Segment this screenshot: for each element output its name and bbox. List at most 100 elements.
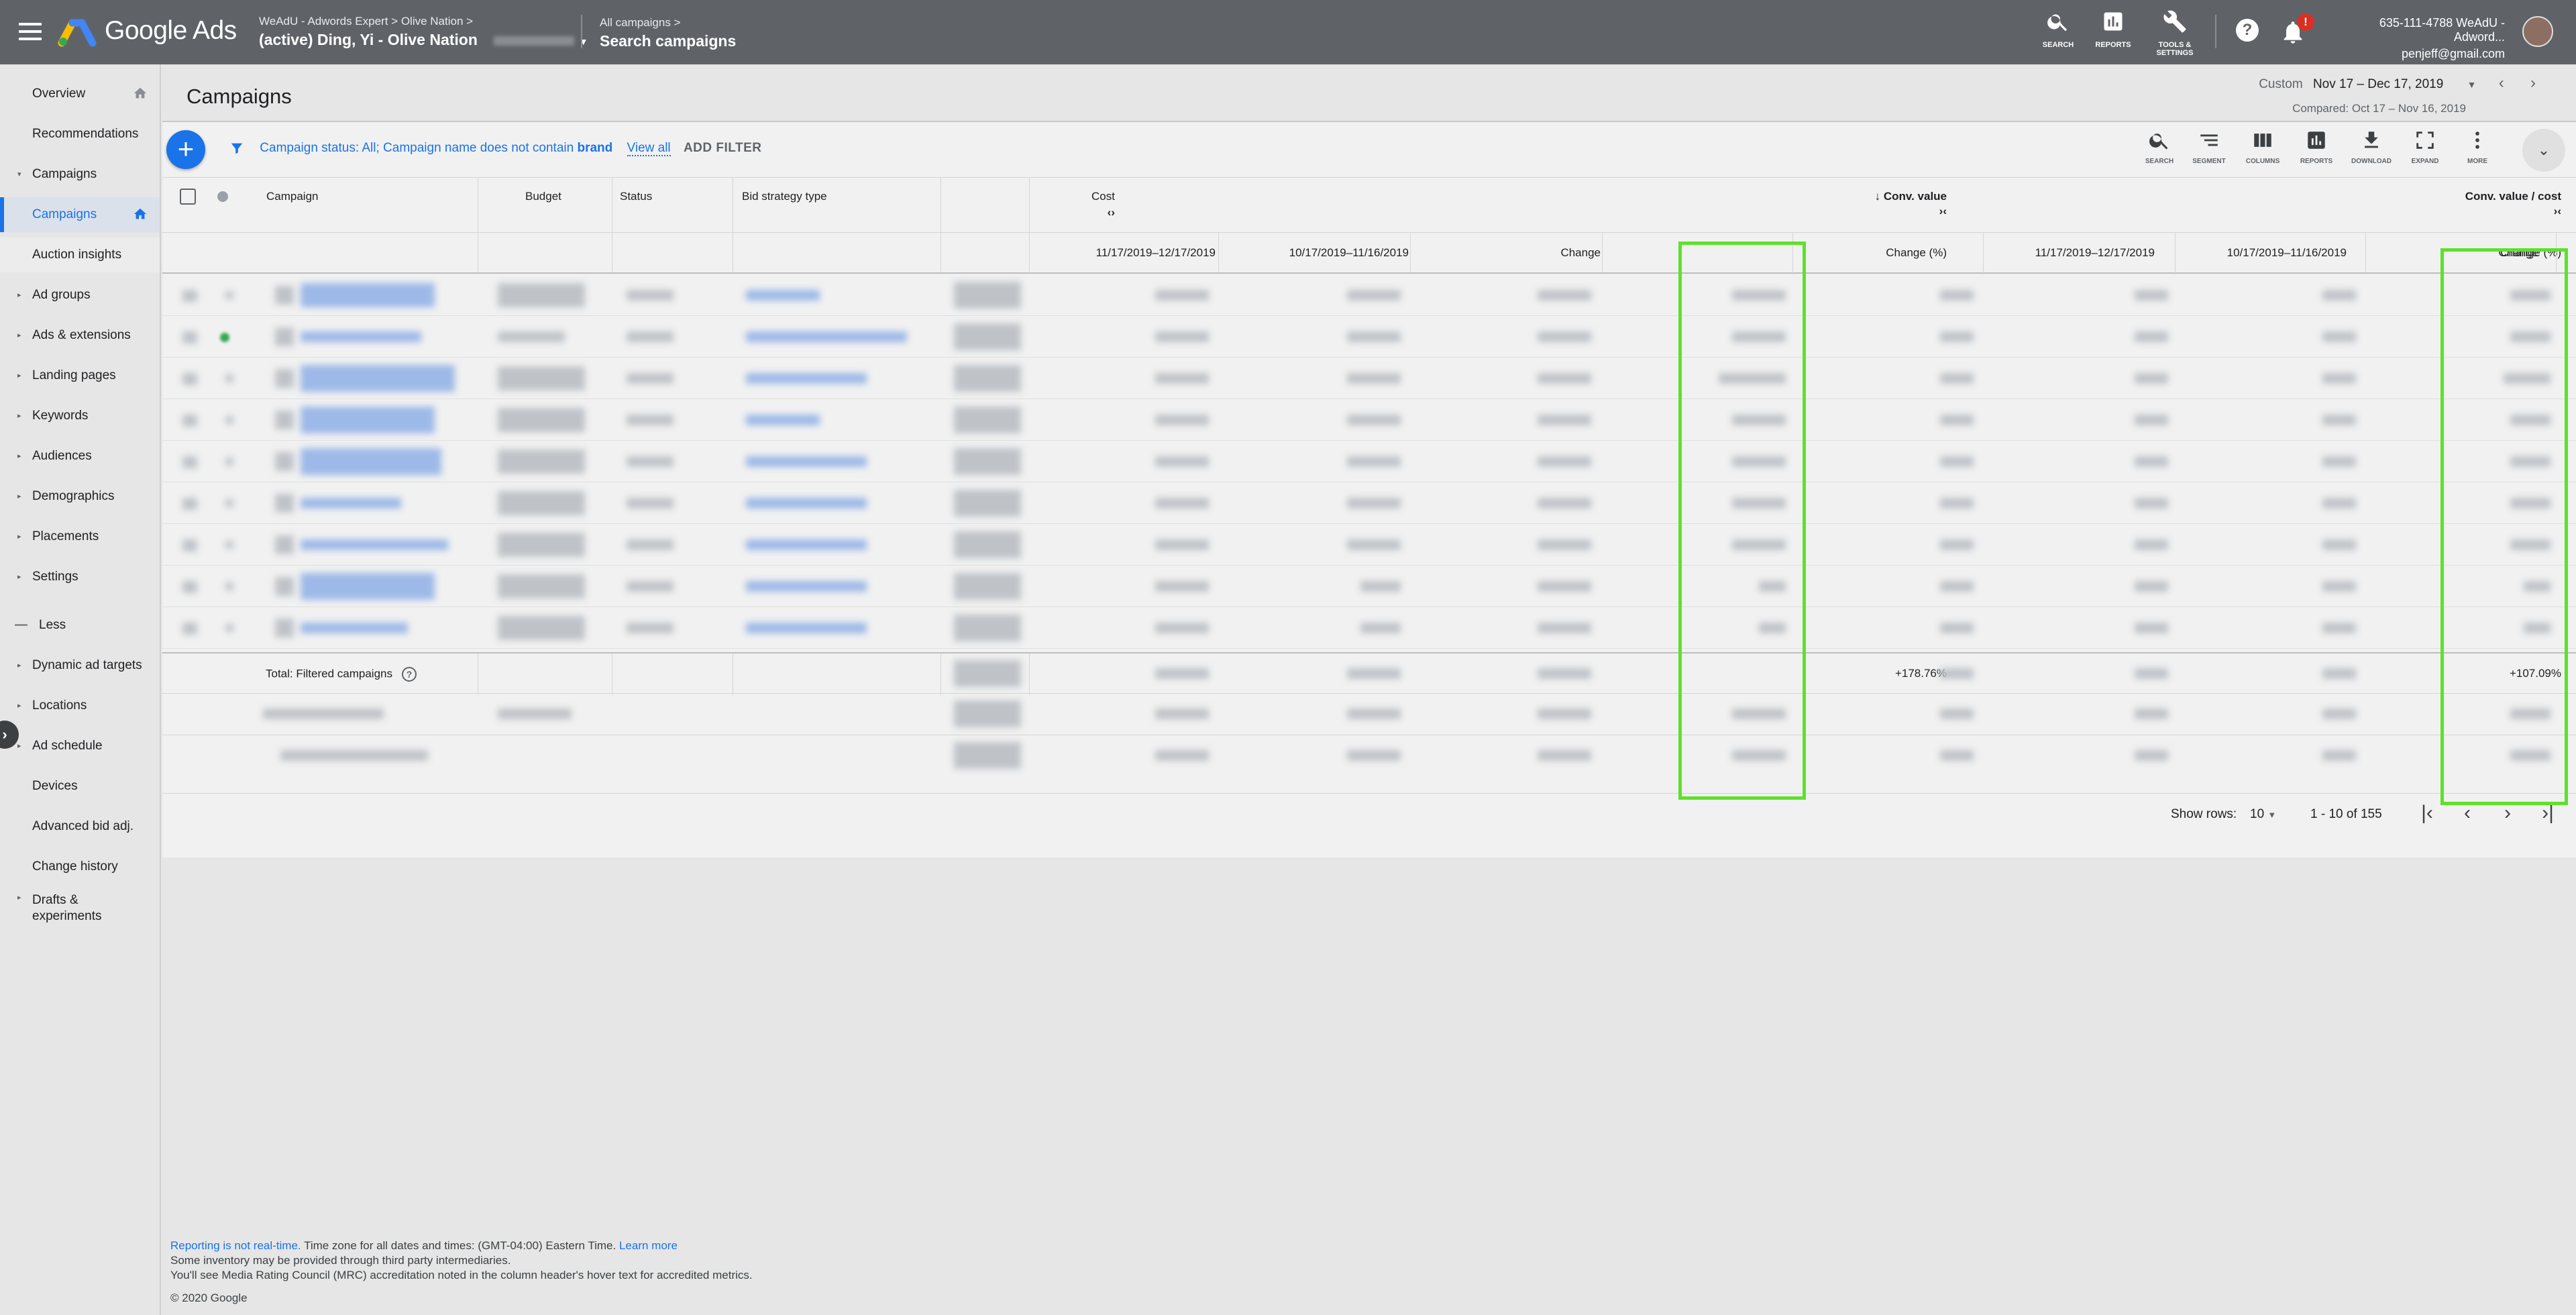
sidebar-item-drafts-experiments[interactable]: ▸ Drafts & experiments — [0, 890, 160, 927]
sidebar-item-advanced-bid-adj[interactable]: Advanced bid adj. — [0, 809, 160, 844]
campaign-name-blurred[interactable] — [301, 623, 408, 633]
campaign-name-blurred[interactable] — [301, 539, 448, 550]
sidebar-item-ads-extensions[interactable]: ▸ Ads & extensions — [0, 318, 160, 353]
dropdown-arrow-icon[interactable]: ▼ — [2467, 79, 2477, 90]
table-row[interactable] — [162, 525, 2576, 566]
header-conv-value-cost[interactable]: Conv. value / cost — [2376, 190, 2561, 203]
table-row[interactable] — [162, 566, 2576, 607]
filter-bar[interactable]: Campaign status: All; Campaign name does… — [229, 141, 762, 157]
expand-columns-icon[interactable]: ‹› — [1088, 206, 1115, 219]
filter-icon[interactable] — [229, 141, 244, 156]
toolbar-reports-button[interactable]: REPORTS — [2292, 129, 2341, 165]
collapse-columns-icon[interactable]: ›‹ — [1920, 205, 1947, 218]
bid-strategy-blurred[interactable] — [746, 331, 907, 342]
add-filter-button[interactable]: ADD FILTER — [684, 141, 762, 155]
topbar-search-button[interactable]: SEARCH — [2031, 9, 2085, 49]
add-campaign-button[interactable]: + — [166, 130, 205, 169]
header-conv-value[interactable]: ↓ Conv. value — [1678, 190, 1947, 203]
subheader-conv-value-current[interactable]: 11/17/2019–12/17/2019 — [1034, 246, 1216, 260]
bid-strategy-blurred[interactable] — [746, 290, 820, 301]
date-next-icon[interactable]: › — [2530, 74, 2536, 92]
toolbar-download-button[interactable]: DOWNLOAD — [2347, 129, 2396, 165]
row-checkbox-blurred[interactable] — [182, 539, 197, 551]
bid-strategy-blurred[interactable] — [746, 415, 820, 425]
bid-strategy-blurred[interactable] — [746, 623, 867, 633]
bid-strategy-blurred[interactable] — [746, 498, 867, 509]
rows-per-page-select[interactable]: 10 ▼ — [2250, 807, 2276, 822]
toolbar-segment-button[interactable]: SEGMENT — [2184, 129, 2234, 165]
row-checkbox-blurred[interactable] — [182, 623, 197, 635]
sidebar-item-dynamic-ad-targets[interactable]: ▸ Dynamic ad targets — [0, 648, 160, 683]
table-row[interactable] — [162, 608, 2576, 649]
campaign-name-blurred[interactable] — [301, 331, 421, 342]
last-page-icon[interactable]: ›| — [2534, 803, 2561, 823]
subheader-conv-value-previous[interactable]: 10/17/2019–11/16/2019 — [1228, 246, 1409, 260]
table-row[interactable] — [162, 483, 2576, 524]
sidebar-item-devices[interactable]: Devices — [0, 769, 160, 804]
row-checkbox-blurred[interactable] — [182, 456, 197, 468]
campaign-name-blurred[interactable] — [301, 407, 435, 433]
toolbar-columns-button[interactable]: COLUMNS — [2238, 129, 2288, 165]
row-checkbox-blurred[interactable] — [182, 498, 197, 510]
topbar-tools-button[interactable]: TOOLS & SETTINGS — [2148, 9, 2202, 57]
collapse-columns-icon[interactable]: ›‹ — [2534, 205, 2561, 218]
header-campaign[interactable]: Campaign — [266, 190, 319, 203]
header-bid-strategy[interactable]: Bid strategy type — [742, 190, 827, 203]
toolbar-expand-button[interactable]: EXPAND — [2400, 129, 2450, 165]
sidebar-item-landing-pages[interactable]: ▸ Landing pages — [0, 358, 160, 393]
header-budget[interactable]: Budget — [525, 190, 561, 203]
sidebar-item-keywords[interactable]: ▸ Keywords — [0, 399, 160, 433]
reporting-link[interactable]: Reporting is not real-time. — [170, 1239, 301, 1252]
next-page-icon[interactable]: › — [2494, 803, 2521, 823]
learn-more-link[interactable]: Learn more — [619, 1239, 678, 1252]
menu-icon[interactable] — [19, 23, 42, 40]
bid-strategy-blurred[interactable] — [746, 539, 867, 550]
select-all-checkbox[interactable] — [180, 189, 196, 205]
date-range-picker[interactable]: Custom Nov 17 – Dec 17, 2019 ▼ ‹ › Compa… — [2259, 74, 2536, 115]
row-checkbox-blurred[interactable] — [182, 415, 197, 427]
bid-strategy-blurred[interactable] — [746, 581, 867, 592]
sidebar-item-audiences[interactable]: ▸ Audiences — [0, 439, 160, 474]
sidebar-item-settings[interactable]: ▸ Settings — [0, 560, 160, 594]
help-icon[interactable]: ? — [2236, 19, 2259, 42]
date-prev-icon[interactable]: ‹ — [2499, 74, 2504, 92]
filter-status-chip[interactable]: Campaign status: All; — [260, 141, 379, 155]
breadcrumb-account[interactable]: Olive Nation — [401, 15, 464, 28]
sidebar-toggle-less[interactable]: — Less — [0, 608, 160, 643]
first-page-icon[interactable]: |‹ — [2414, 803, 2440, 823]
sidebar-item-change-history[interactable]: Change history — [0, 849, 160, 884]
sidebar-item-recommendations[interactable]: Recommendations — [0, 117, 160, 152]
sidebar-item-auction-insights[interactable]: Auction insights — [0, 238, 160, 272]
avatar[interactable] — [2522, 16, 2553, 47]
campaign-name-blurred[interactable] — [301, 498, 401, 509]
notifications-button[interactable]: ! — [2279, 13, 2314, 47]
table-row[interactable] — [162, 400, 2576, 441]
sidebar-item-campaigns-group[interactable]: ▾ Campaigns — [0, 157, 160, 192]
header-cost[interactable]: Cost — [1048, 190, 1115, 203]
campaign-name-blurred[interactable] — [301, 365, 455, 392]
sidebar-item-demographics[interactable]: ▸ Demographics — [0, 479, 160, 514]
campaign-name-blurred[interactable] — [301, 573, 435, 600]
breadcrumb-manager[interactable]: WeAdU - Adwords Expert — [259, 15, 388, 28]
google-ads-logo[interactable]: Google Ads — [58, 15, 237, 47]
row-checkbox-blurred[interactable] — [182, 581, 197, 593]
row-checkbox-blurred[interactable] — [182, 290, 197, 302]
subheader-conv-value-change[interactable]: Change — [1419, 246, 1601, 260]
view-all-link[interactable]: View all — [627, 141, 671, 157]
campaign-name-blurred[interactable] — [301, 283, 435, 307]
topbar-reports-button[interactable]: REPORTS — [2086, 9, 2140, 49]
campaign-switcher[interactable]: All campaigns > Search campaigns — [600, 16, 736, 50]
sidebar-item-ad-groups[interactable]: ▸ Ad groups — [0, 278, 160, 313]
account-switcher[interactable]: WeAdU - Adwords Expert > Olive Nation > … — [259, 15, 588, 49]
sidebar-item-placements[interactable]: ▸ Placements — [0, 519, 160, 554]
subheader-cvc-current[interactable]: 11/17/2019–12/17/2019 — [1974, 246, 2155, 260]
campaign-name-blurred[interactable] — [301, 448, 441, 475]
sidebar-item-campaigns[interactable]: Campaigns — [0, 197, 160, 232]
sidebar-item-overview[interactable]: Overview — [0, 76, 160, 111]
table-row[interactable] — [162, 358, 2576, 399]
filter-name-chip[interactable]: Campaign name does not contain brand — [383, 141, 612, 155]
table-row[interactable] — [162, 275, 2576, 316]
toolbar-more-button[interactable]: MORE — [2453, 129, 2502, 165]
collapse-toolbar-button[interactable]: ⌄ — [2522, 129, 2565, 172]
row-checkbox-blurred[interactable] — [182, 331, 197, 344]
